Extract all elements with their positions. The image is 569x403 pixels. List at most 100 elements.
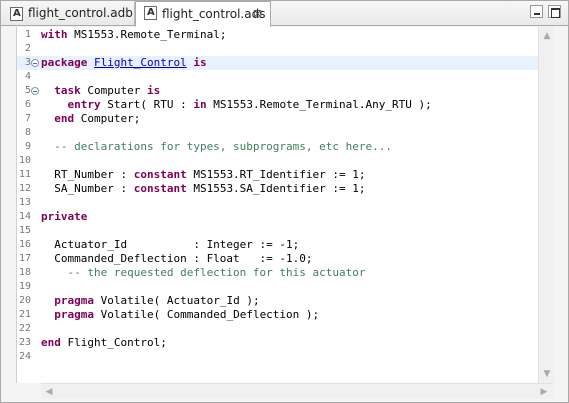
scroll-right-icon[interactable]: ▶ [538,386,550,398]
code-text: package Flight_Control is [41,56,207,70]
code-line[interactable]: 22 [17,322,553,336]
line-number: 23 [18,337,31,348]
code-text: end Computer; [41,112,140,126]
code-line[interactable]: 16 Actuator_Id : Integer := -1; [17,238,553,252]
code-line[interactable]: 9 -- declarations for types, subprograms… [17,140,553,154]
code-token: MS1553.SA_Identifier := 1; [186,182,366,195]
code-text: -- the requested deflection for this act… [41,266,366,280]
line-number: 22 [18,323,31,334]
keyword: private [41,210,88,223]
code-line[interactable]: 20 pragma Volatile( Actuator_Id ); [17,294,553,308]
code-text: pragma Volatile( Actuator_Id ); [41,294,260,308]
comment: -- declarations for types, subprograms, … [41,140,392,153]
vertical-scrollbar[interactable]: ▲ ▼ [538,27,554,383]
code-token: Actuator_Id : Integer := -1; [41,238,300,251]
scroll-up-icon[interactable]: ▲ [541,30,553,42]
code-text: SA_Number : constant MS1553.SA_Identifie… [41,182,366,196]
line-number: 21 [18,309,31,320]
line-number: 19 [18,281,31,292]
keyword: constant [133,182,187,195]
line-number: 8 [24,127,31,138]
tab-label: flight_control.adb [28,6,133,20]
keyword: pragma [54,308,94,321]
code-line[interactable]: 6 entry Start( RTU : in MS1553.Remote_Te… [17,98,553,112]
fold-toggle-icon[interactable] [31,87,39,95]
code-line[interactable]: 17 Commanded_Deflection : Float := -1.0; [17,252,553,266]
code-text: task Computer is [41,84,160,98]
line-number: 24 [18,351,31,362]
maximize-icon[interactable] [548,5,561,18]
line-number: 18 [18,267,31,278]
keyword: is [193,56,207,69]
code-token: Start( RTU : [100,98,194,111]
line-number: 4 [24,71,31,82]
tab-flight-control-ads[interactable]: flight_control.ads ⊠ [135,1,271,27]
code-line[interactable]: 11 RT_Number : constant MS1553.RT_Identi… [17,168,553,182]
line-number: 17 [18,253,31,264]
code-token: RT_Number : [41,168,134,181]
horizontal-scrollbar[interactable]: ◀ ▶ [41,383,553,399]
code-line[interactable]: 23 end Flight_Control; [17,336,553,350]
line-number: 20 [18,295,31,306]
keyword: in [193,98,207,111]
ada-file-icon [144,2,157,24]
scroll-left-icon[interactable]: ◀ [43,386,55,398]
code-line[interactable]: 4 [17,70,553,84]
code-token: Flight_Control; [60,336,167,349]
code-text: end Flight_Control; [41,336,167,350]
code-token: Volatile( Commanded_Deflection ); [94,308,320,321]
keyword: constant [133,168,187,181]
code-line[interactable]: 3 package Flight_Control is [17,56,553,70]
code-line[interactable]: 24 [17,350,553,364]
code-text: with MS1553.Remote_Terminal; [41,28,226,42]
tab-flight-control-adb[interactable]: flight_control.adb [2,2,135,26]
scroll-down-icon[interactable]: ▼ [541,368,553,380]
code-text: Actuator_Id : Integer := -1; [41,238,299,252]
code-token: Computer; [74,112,141,125]
code-line[interactable]: 21 pragma Volatile( Commanded_Deflection… [17,308,553,322]
code-line[interactable]: 14 private [17,210,553,224]
keyword: package [41,56,88,69]
line-number: 2 [24,43,31,54]
code-line[interactable]: 19 [17,280,553,294]
code-line[interactable]: 7 end Computer; [17,112,553,126]
code-line[interactable]: 2 [17,42,553,56]
keyword: end [41,336,61,349]
fold-toggle-icon[interactable] [31,59,39,67]
code-line[interactable]: 1 with MS1553.Remote_Terminal; [17,28,553,42]
code-token: MS1553.Remote_Terminal.Any_RTU ); [206,98,432,111]
code-line[interactable]: 13 [17,196,553,210]
line-number: 5 [24,85,31,96]
code-line[interactable]: 12 SA_Number : constant MS1553.SA_Identi… [17,182,553,196]
left-margin [1,27,16,399]
package-name-link[interactable]: Flight_Control [94,56,187,69]
code-text: Commanded_Deflection : Float := -1.0; [41,252,312,266]
line-number: 12 [18,183,31,194]
code-token: MS1553.RT_Identifier := 1; [186,168,366,181]
code-token: Volatile( Actuator_Id ); [94,294,260,307]
line-number: 14 [18,211,31,222]
code-text: -- declarations for types, subprograms, … [41,140,392,154]
keyword: end [54,112,75,125]
comment: -- the requested deflection for this act… [41,266,366,279]
code-line[interactable]: 8 [17,126,553,140]
code-line[interactable]: 10 [17,154,553,168]
line-number: 10 [18,155,31,166]
code-line[interactable]: 5 task Computer is [17,84,553,98]
line-number: 16 [18,239,31,250]
keyword: task [54,84,81,97]
keyword: with [41,28,68,41]
code-line[interactable]: 18 -- the requested deflection for this … [17,266,553,280]
minimize-icon[interactable] [530,5,543,18]
line-number: 7 [24,113,31,124]
close-icon[interactable]: ⊠ [253,4,265,20]
code-token: SA_Number : [41,182,134,195]
code-editor[interactable]: 1 with MS1553.Remote_Terminal; 2 3 package F… [16,27,553,383]
code-line[interactable]: 15 [17,224,553,238]
line-number: 1 [24,29,31,40]
